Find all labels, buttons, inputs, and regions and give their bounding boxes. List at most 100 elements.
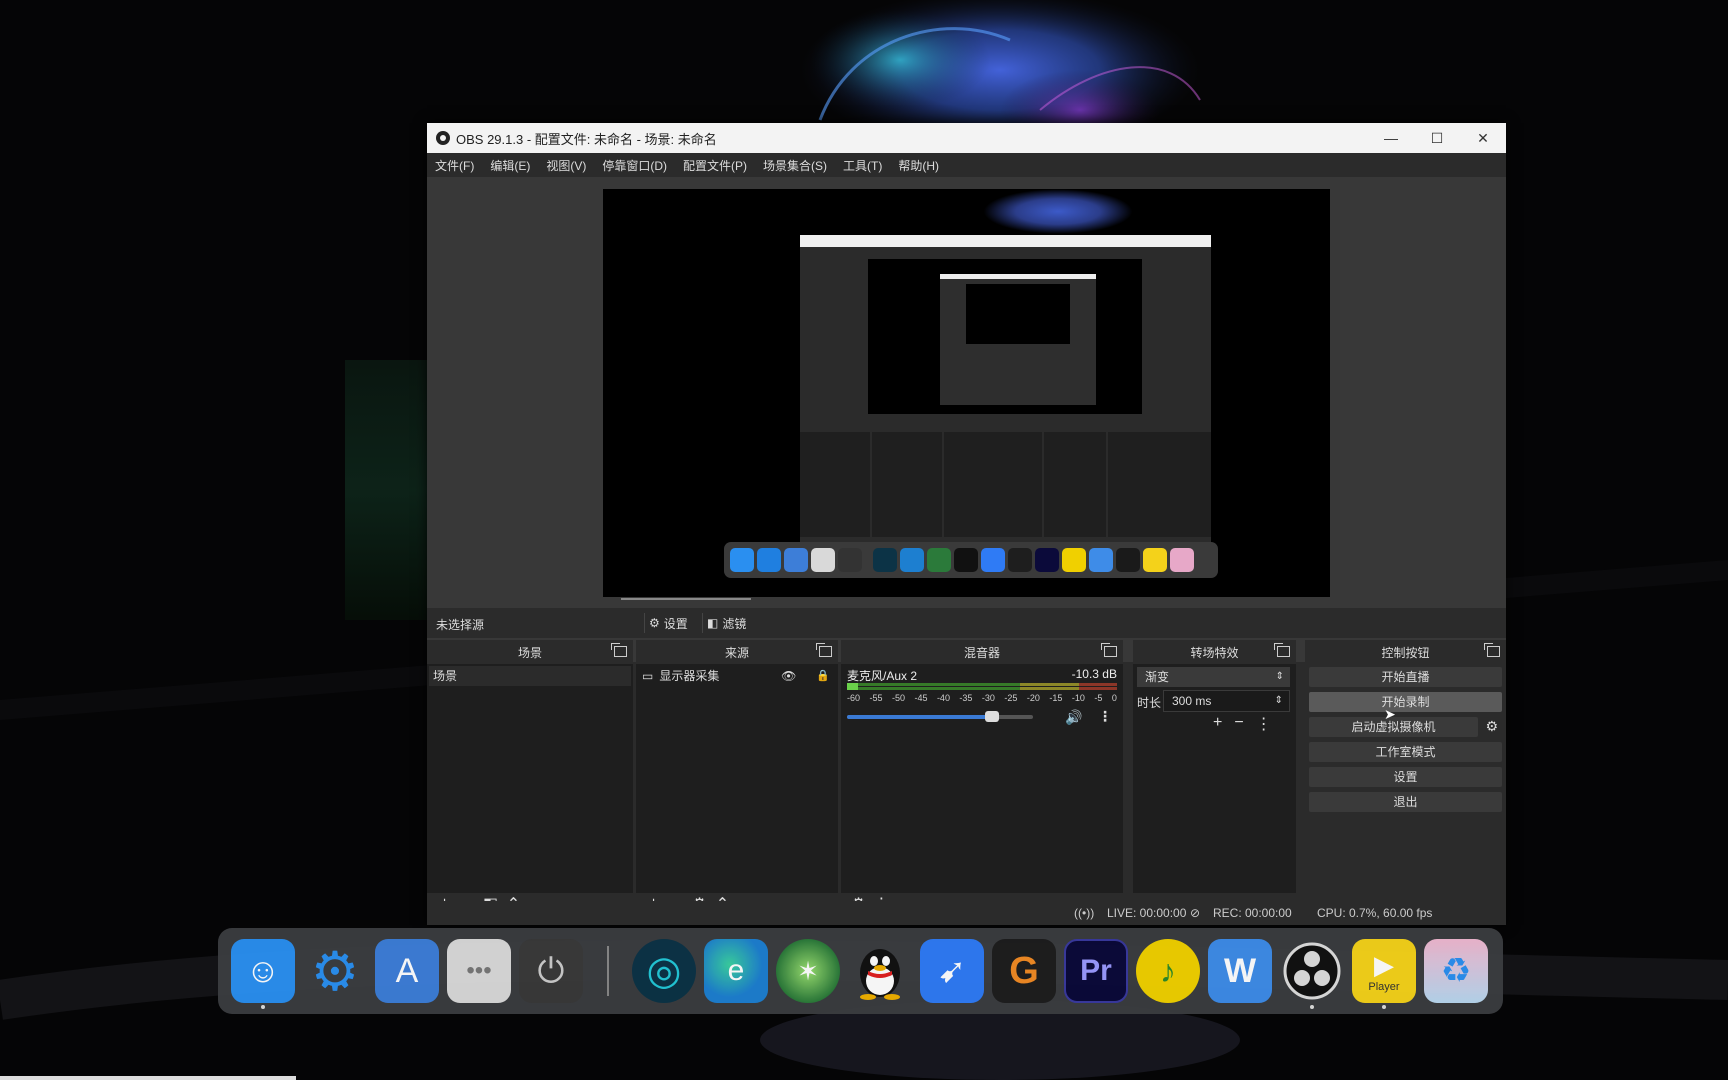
start-streaming-button[interactable]: 开始直播	[1309, 667, 1502, 687]
duration-value: 300 ms	[1172, 694, 1212, 708]
undock-icon[interactable]	[1101, 643, 1117, 657]
controls-dock: 控制按钮 开始直播 开始录制 启动虚拟摄像机 ⚙ 工作室模式 设置 退出 ➤	[1305, 640, 1506, 893]
studio-mode-button[interactable]: 工作室模式	[1309, 742, 1502, 762]
source-settings-button[interactable]: ⚙ 设置	[644, 613, 692, 633]
transitions-dock-header: 转场特效	[1133, 640, 1296, 664]
duration-label: 时长	[1137, 696, 1162, 710]
menu-docks[interactable]: 停靠窗口(D)	[594, 157, 675, 174]
tick: -20	[1026, 693, 1040, 703]
add-transition-icon[interactable]: +	[1213, 714, 1222, 734]
audio-mixer-dock: 混音器 麦克风/Aux 2 -10.3 dB -60 -55 -50 -45 -…	[841, 640, 1123, 915]
duration-input[interactable]: 300 ms ⇕	[1163, 690, 1290, 712]
wallpaper-green-glow	[345, 360, 435, 620]
monitor-icon: ▭	[642, 669, 654, 683]
source-settings-label: 设置	[663, 616, 688, 631]
obs-app[interactable]	[1280, 939, 1344, 1003]
transition-type-select[interactable]: 渐变 ⇕	[1137, 667, 1290, 687]
rec-icon: ⊘	[1190, 906, 1201, 920]
mouse-cursor-icon: ➤	[1384, 706, 1396, 722]
obs-icon	[1283, 942, 1341, 1000]
teal-app-icon: ◎	[646, 949, 682, 993]
audio-level-indicator	[847, 683, 858, 690]
transitions-dock: 转场特效 渐变 ⇕ 时长 300 ms ⇕ + − ⋮	[1133, 640, 1296, 893]
sources-dock: 来源 ▭ 显示器采集 👁 🔒 + − ⚙ ⌃ ⌄	[636, 640, 838, 915]
settings-icon: ⚙	[310, 941, 360, 1002]
scene-list-item[interactable]: 场景	[429, 666, 631, 686]
edge-app[interactable]: e	[704, 939, 768, 1003]
status-bar: ((•)) LIVE: 00:00:00 ⊘ REC: 00:00:00 CPU…	[427, 901, 1506, 925]
premiere-pro-icon: Pr	[1080, 954, 1112, 987]
preview-taskbar	[724, 542, 1218, 578]
no-source-label: 未选择源	[436, 618, 485, 632]
power-app[interactable]: ⏻	[519, 939, 583, 1003]
orange-g-app[interactable]: G	[992, 939, 1056, 1003]
chevron-updown-icon: ⇕	[1275, 671, 1284, 682]
player-app[interactable]: ▶ Player	[1352, 939, 1416, 1003]
transition-menu-icon[interactable]: ⋮	[1256, 714, 1272, 734]
tick: -55	[869, 693, 883, 703]
menu-tools[interactable]: 工具(T)	[835, 157, 890, 174]
virtual-camera-settings-icon[interactable]: ⚙	[1485, 718, 1498, 735]
title-bar[interactable]: OBS 29.1.3 - 配置文件: 未命名 - 场景: 未命名 — ☐ ✕	[427, 123, 1506, 153]
settings-app[interactable]: ⚙	[303, 939, 367, 1003]
controls-dock-header: 控制按钮	[1305, 640, 1506, 664]
menu-file[interactable]: 文件(F)	[427, 157, 482, 174]
start-recording-button[interactable]: 开始录制	[1309, 692, 1502, 712]
menu-scene-collection[interactable]: 场景集合(S)	[755, 157, 835, 174]
tick: -15	[1049, 693, 1063, 703]
visibility-eye-icon[interactable]: 👁	[781, 666, 796, 686]
volume-slider-handle[interactable]	[985, 711, 1000, 722]
preview-canvas[interactable]	[603, 189, 1330, 597]
undock-icon[interactable]	[1484, 643, 1500, 657]
feishu-icon: ➹	[937, 952, 967, 990]
premiere-pro-app[interactable]: Pr	[1064, 939, 1128, 1003]
speaker-mute-icon[interactable]: 🔊	[1065, 709, 1082, 726]
live-timer: LIVE: 00:00:00	[1107, 906, 1187, 920]
channel-menu-icon[interactable]: ⋮	[1098, 708, 1112, 725]
preview-scrollbar[interactable]	[603, 597, 1330, 601]
green-bird-app[interactable]: ✶	[776, 939, 840, 1003]
source-list-item[interactable]: ▭ 显示器采集 👁 🔒	[638, 666, 836, 686]
remove-transition-icon[interactable]: −	[1234, 714, 1243, 734]
minimize-button[interactable]: —	[1368, 123, 1414, 153]
source-filters-button[interactable]: ◧ 滤镜	[702, 613, 750, 633]
undock-icon[interactable]	[816, 643, 832, 657]
teal-app[interactable]: ◎	[632, 939, 696, 1003]
mixer-channel-name: 麦克风/Aux 2	[847, 669, 918, 683]
tick: 0	[1111, 693, 1117, 703]
nested-obs-window-2	[940, 274, 1096, 405]
spin-arrows-icon[interactable]: ⇕	[1275, 691, 1283, 711]
lock-icon[interactable]: 🔒	[816, 666, 830, 686]
close-button[interactable]: ✕	[1460, 123, 1506, 153]
app-store-app[interactable]: A	[375, 939, 439, 1003]
tick: -30	[981, 693, 995, 703]
settings-button[interactable]: 设置	[1309, 767, 1502, 787]
window-controls: — ☐ ✕	[1368, 123, 1506, 153]
cpu-fps-readout: CPU: 0.7%, 60.00 fps	[1317, 906, 1433, 920]
maximize-button[interactable]: ☐	[1414, 123, 1460, 153]
word-app[interactable]: W	[1208, 939, 1272, 1003]
music-app[interactable]: ♪	[1136, 939, 1200, 1003]
preview-nested-obs-window	[800, 235, 1211, 545]
tick: -50	[891, 693, 905, 703]
recycle-bin-app[interactable]: ♻	[1424, 939, 1488, 1003]
finder-app[interactable]: ☺	[231, 939, 295, 1003]
menu-edit[interactable]: 编辑(E)	[482, 157, 538, 174]
volume-slider[interactable]	[847, 711, 1033, 722]
undock-icon[interactable]	[611, 643, 627, 657]
feishu-app[interactable]: ➹	[920, 939, 984, 1003]
scenes-dock-header: 场景	[427, 640, 633, 664]
menu-profile[interactable]: 配置文件(P)	[675, 157, 755, 174]
qq-app[interactable]	[848, 939, 912, 1003]
rec-timer: REC: 00:00:00	[1213, 906, 1292, 920]
dock-separator	[607, 946, 609, 996]
mixer-dock-title: 混音器	[963, 645, 1000, 660]
player-label: Player	[1368, 980, 1400, 993]
menu-help[interactable]: 帮助(H)	[890, 157, 947, 174]
transition-toolbar: + − ⋮	[1213, 714, 1272, 734]
more-apps-app[interactable]: •••	[447, 939, 511, 1003]
menu-view[interactable]: 视图(V)	[538, 157, 594, 174]
undock-icon[interactable]	[1274, 643, 1290, 657]
orange-g-app-icon: G	[1009, 949, 1039, 992]
exit-button[interactable]: 退出	[1309, 792, 1502, 812]
